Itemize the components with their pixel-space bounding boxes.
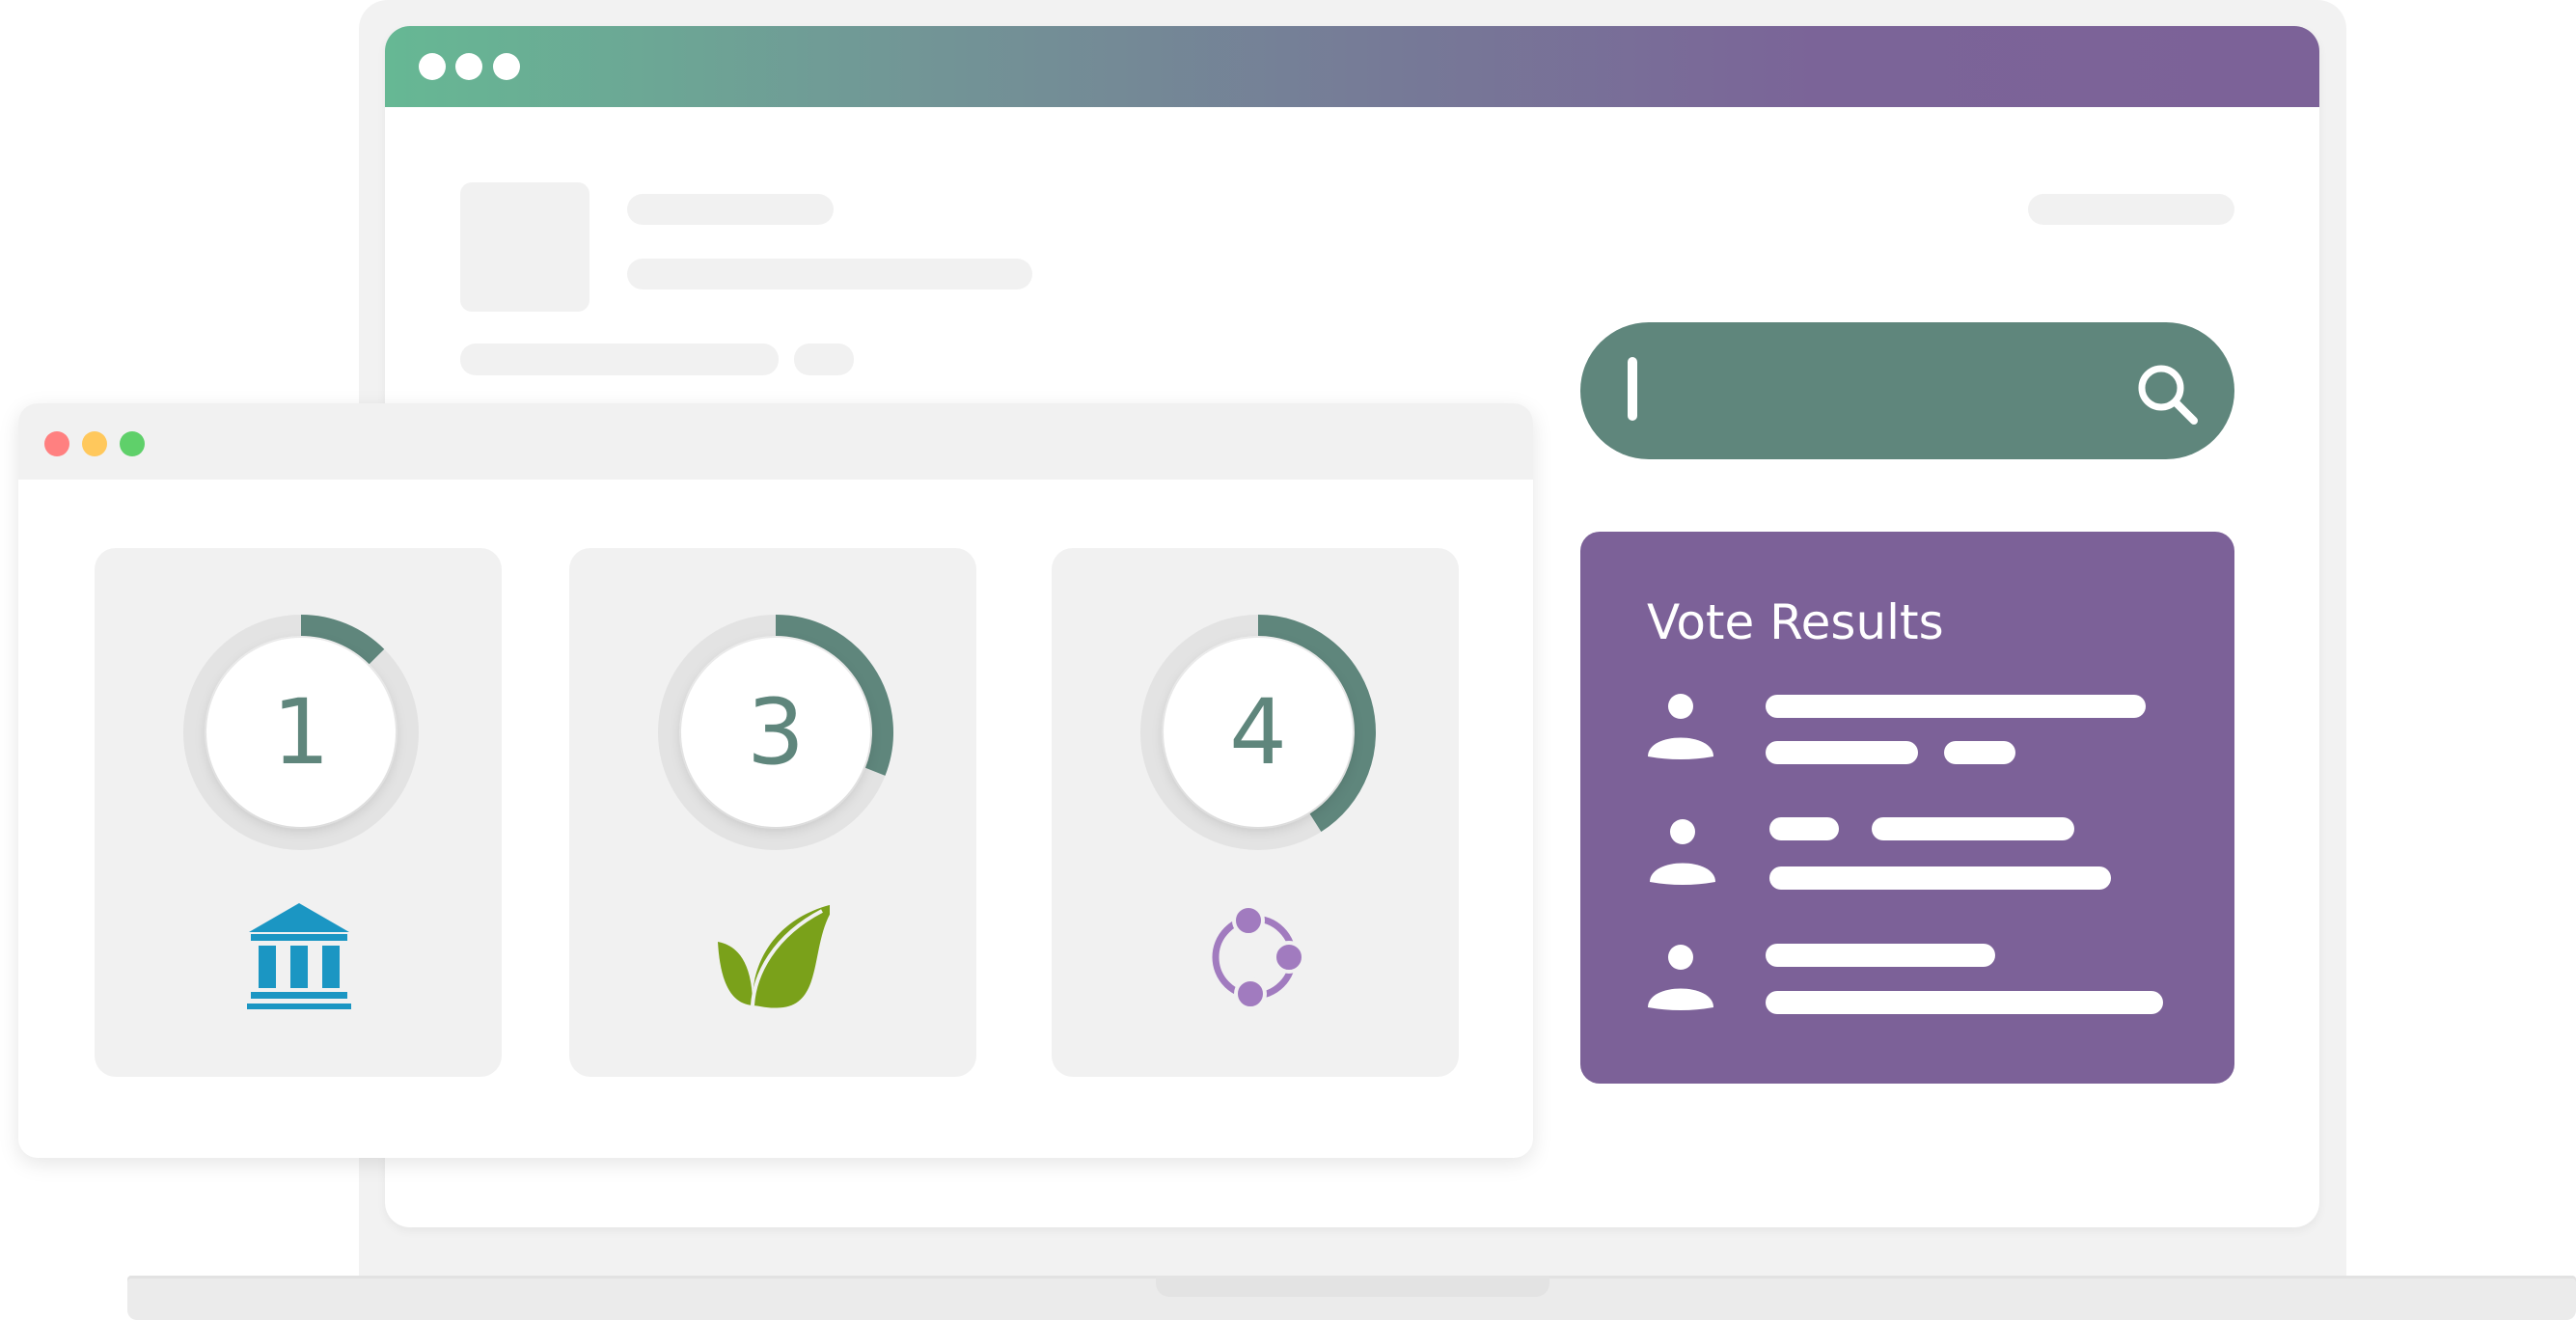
vote-entry-line	[1766, 944, 1995, 967]
score-value-1: 1	[272, 680, 330, 785]
window-dot-3[interactable]	[493, 53, 520, 80]
vote-entry-line	[1769, 866, 2111, 890]
header-right-placeholder	[2028, 194, 2234, 225]
window-dot-2[interactable]	[455, 53, 482, 80]
vote-entry-line	[1766, 695, 2146, 718]
user-icon	[1648, 945, 1713, 1010]
main-window-titlebar	[385, 26, 2319, 107]
vote-entry-line	[1872, 817, 2074, 840]
minimize-dot[interactable]	[82, 431, 107, 456]
search-icon[interactable]	[2132, 359, 2202, 428]
title-line-placeholder	[627, 194, 834, 225]
front-window-titlebar	[18, 403, 1533, 480]
network-cycle-icon	[1212, 904, 1305, 1010]
leaf-sprout-icon	[718, 905, 830, 1008]
vote-entry-line	[1769, 817, 1839, 840]
search-input-caret	[1628, 357, 1637, 421]
vote-entry-line	[1944, 741, 2015, 764]
maximize-dot[interactable]	[120, 431, 145, 456]
user-icon	[1650, 819, 1715, 885]
meta-line-placeholder	[460, 344, 779, 375]
score-value-2: 3	[747, 680, 805, 785]
meta-tag-placeholder	[794, 344, 854, 375]
vote-entry-line	[1766, 991, 2163, 1014]
avatar-placeholder	[460, 182, 589, 312]
illustration-stage: Vote Results 1 3 4	[0, 0, 2576, 1320]
window-dot-1[interactable]	[419, 53, 446, 80]
vote-entry-line	[1766, 741, 1918, 764]
subtitle-line-placeholder	[627, 259, 1032, 289]
vote-results-title: Vote Results	[1647, 594, 1944, 650]
government-building-icon	[247, 903, 351, 1009]
laptop-notch	[1156, 1276, 1549, 1297]
close-dot[interactable]	[44, 431, 69, 456]
user-icon	[1648, 694, 1713, 759]
score-value-3: 4	[1229, 680, 1287, 785]
